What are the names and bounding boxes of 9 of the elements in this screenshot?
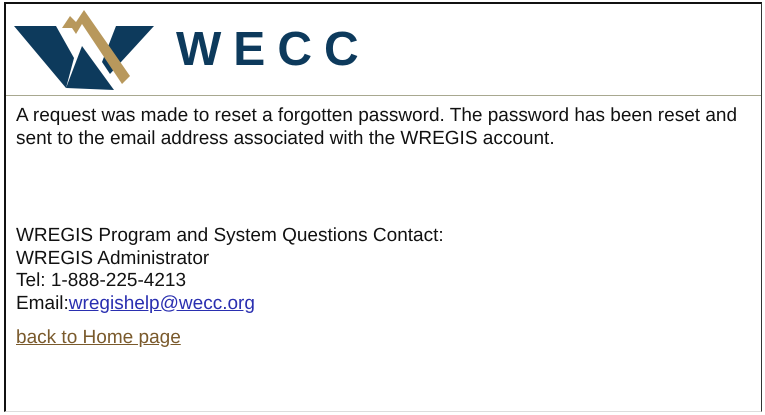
logo-icon bbox=[14, 10, 154, 90]
email-label: Email: bbox=[16, 292, 69, 314]
logo-text: WECC bbox=[176, 26, 371, 74]
email-link[interactable]: wregishelp@wecc.org bbox=[68, 292, 255, 314]
contact-heading: WREGIS Program and System Questions Contact: bbox=[16, 225, 444, 248]
contact-phone: Tel: 1-888-225-4213 bbox=[16, 270, 186, 292]
reset-message: A request was made to reset a forgotten password. The password has been reset and sent to the email address associated with the WREGIS account. bbox=[16, 105, 738, 150]
home-link[interactable]: back to Home page bbox=[16, 327, 181, 350]
contact-name: WREGIS Administrator bbox=[16, 248, 210, 270]
